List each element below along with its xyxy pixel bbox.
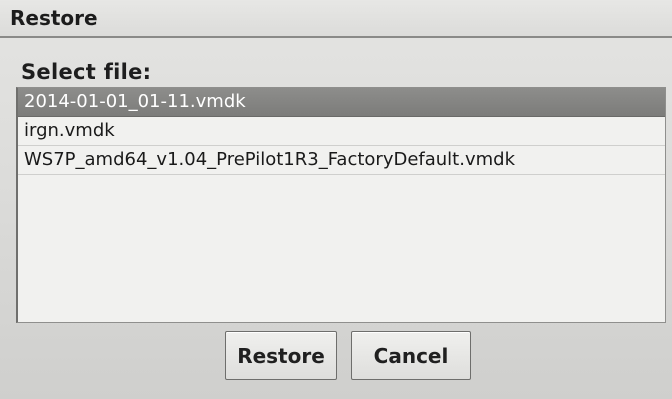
file-list-item[interactable]: irgn.vmdk [18,117,665,146]
title-bar: Restore [0,0,672,38]
file-list[interactable]: 2014-01-01_01-11.vmdk irgn.vmdk WS7P_amd… [16,87,666,323]
dialog-title: Restore [10,6,98,30]
file-list-item[interactable]: 2014-01-01_01-11.vmdk [18,88,665,117]
cancel-button[interactable]: Cancel [351,331,471,380]
file-name: 2014-01-01_01-11.vmdk [24,91,246,112]
select-file-label: Select file: [21,60,152,84]
file-name: irgn.vmdk [24,120,115,141]
restore-dialog: Restore Select file: 2014-01-01_01-11.vm… [0,0,672,399]
file-list-item[interactable]: WS7P_amd64_v1.04_PrePilot1R3_FactoryDefa… [18,146,665,175]
restore-button[interactable]: Restore [225,331,337,380]
file-name: WS7P_amd64_v1.04_PrePilot1R3_FactoryDefa… [24,149,515,170]
